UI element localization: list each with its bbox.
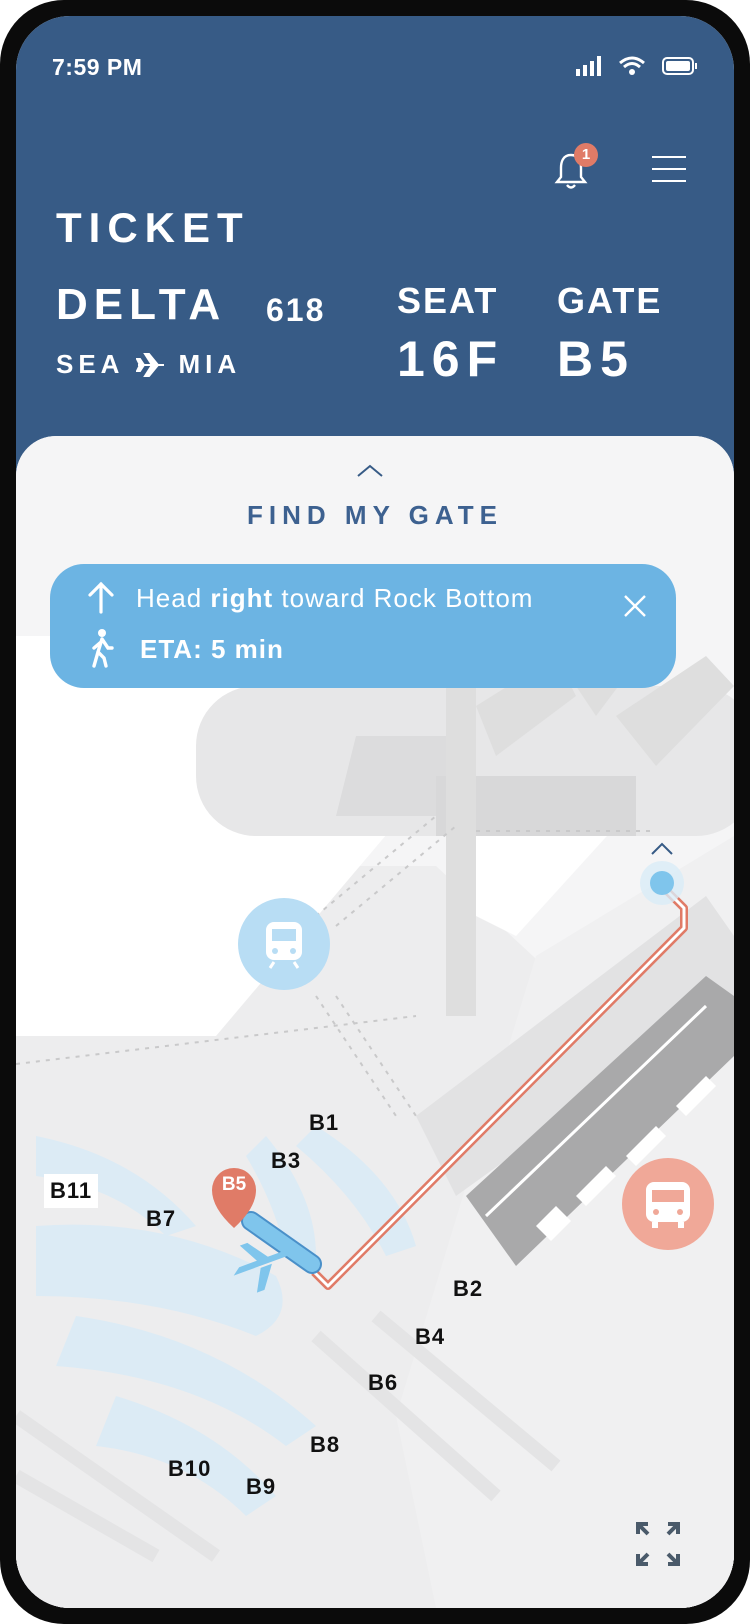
close-icon[interactable] [623, 594, 647, 618]
gate-label-b9[interactable]: B9 [246, 1474, 276, 1500]
gate-label-b3[interactable]: B3 [271, 1148, 301, 1174]
status-time: 7:59 PM [52, 54, 143, 80]
gate-label: GATE [557, 280, 663, 321]
notification-badge: 1 [574, 143, 598, 167]
gate-label-b11[interactable]: B11 [44, 1174, 99, 1208]
signal-icon [576, 56, 601, 76]
arrow-up-icon [88, 581, 114, 614]
gate-b5-marker-label: B5 [221, 1174, 247, 1195]
gate-label-b6[interactable]: B6 [368, 1370, 398, 1396]
gate-label-b4[interactable]: B4 [415, 1324, 445, 1350]
find-gate-title: FIND MY GATE [247, 500, 503, 530]
expand-icon[interactable] [634, 1520, 682, 1568]
flight-number: 618 [266, 292, 326, 328]
direction-instruction: Head right toward Rock Bottom [136, 583, 534, 613]
gate-label-b2[interactable]: B2 [453, 1276, 483, 1302]
flight-route: SEA MIA [56, 349, 241, 380]
destination-code: MIA [178, 349, 242, 379]
chevron-up-icon[interactable] [356, 464, 384, 478]
battery-icon [662, 57, 697, 75]
gate-label-b10[interactable]: B10 [168, 1456, 211, 1482]
status-icons [576, 56, 698, 76]
screen: 7:59 PM 1 TICKET DELTA 618 SEA MIA SEAT … [16, 16, 734, 1608]
eta-text: ETA: 5 min [140, 634, 284, 664]
plane-icon [136, 352, 165, 377]
menu-icon[interactable] [652, 156, 686, 184]
train-icon[interactable] [238, 898, 330, 990]
phone-frame: 7:59 PM 1 TICKET DELTA 618 SEA MIA SEAT … [0, 0, 750, 1624]
gate-label-b1[interactable]: B1 [309, 1110, 339, 1136]
wifi-icon [619, 56, 645, 75]
origin-code: SEA [56, 349, 125, 379]
gate-label-b8[interactable]: B8 [310, 1432, 340, 1458]
seat-label: SEAT [397, 280, 499, 321]
gate-label-b7[interactable]: B7 [146, 1206, 176, 1232]
seat-value: 16F [397, 331, 505, 387]
airline-name: DELTA [56, 280, 227, 329]
gate-value: B5 [557, 331, 635, 387]
status-bar: 7:59 PM [52, 54, 698, 84]
ticket-title: TICKET [56, 204, 250, 251]
directions-banner[interactable]: Head right toward Rock Bottom ETA: 5 min [50, 564, 676, 688]
bus-icon[interactable] [622, 1158, 714, 1250]
walking-person-icon [92, 629, 114, 668]
